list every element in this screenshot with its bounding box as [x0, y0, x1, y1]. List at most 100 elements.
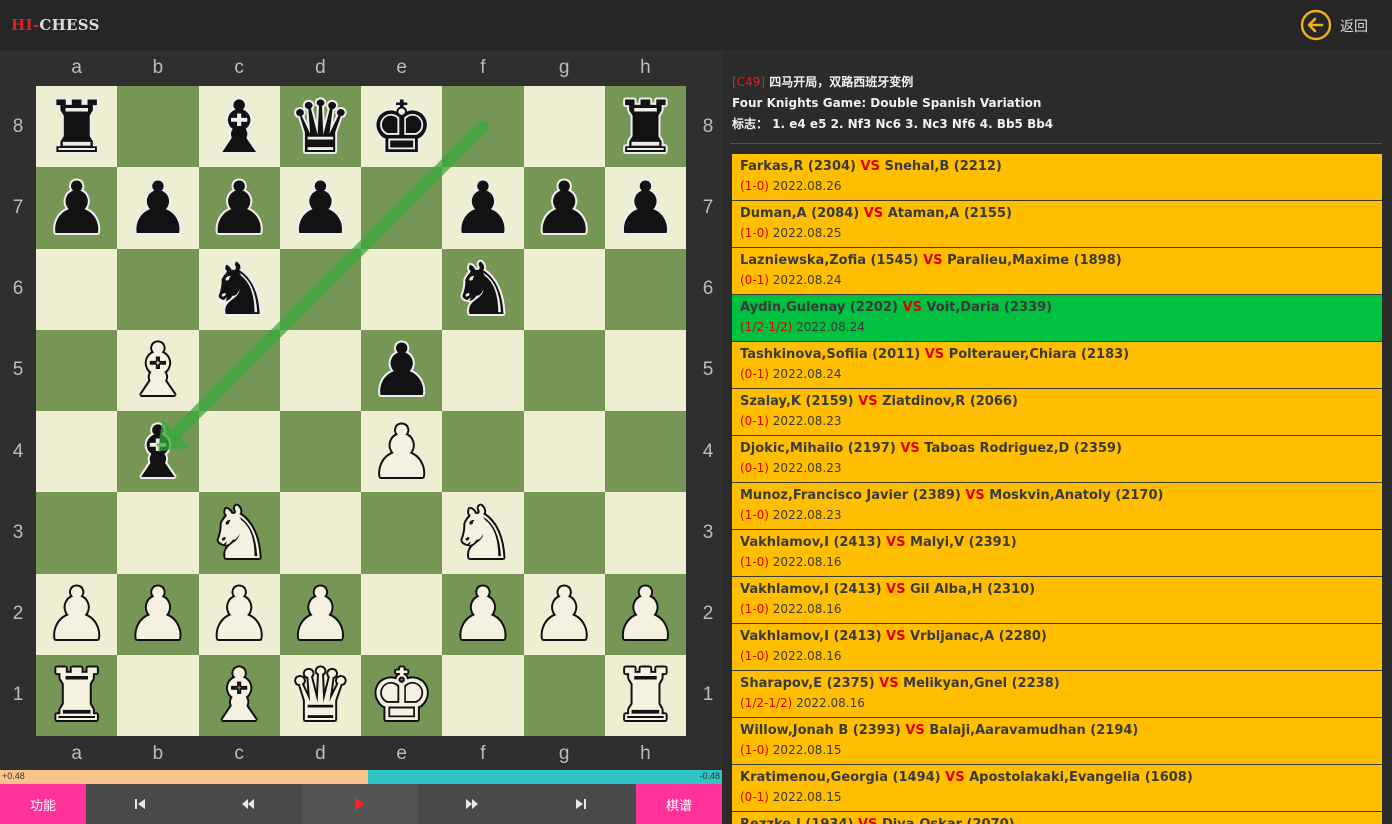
square-c5[interactable]	[198, 329, 280, 411]
game-row[interactable]: Willow,Jonah B (2393) VS Balaji,Aaravamu…	[732, 718, 1382, 765]
white-bishop-icon[interactable]: ♝	[199, 655, 280, 736]
square-d6[interactable]	[279, 248, 361, 330]
black-king-icon[interactable]: ♚	[361, 86, 442, 167]
white-pawn-icon[interactable]: ♟	[442, 574, 523, 655]
white-knight-icon[interactable]: ♞	[442, 492, 523, 573]
game-result: (0-1)	[740, 461, 769, 475]
black-pawn-icon[interactable]: ♟	[605, 167, 686, 248]
back-label: 返回	[1340, 19, 1368, 35]
game-row[interactable]: Djokic,Mihailo (2197) VS Taboas Rodrigue…	[732, 436, 1382, 483]
white-pawn-icon[interactable]: ♟	[199, 574, 280, 655]
square-a3[interactable]	[36, 492, 118, 574]
white-pawn-icon[interactable]: ♟	[117, 574, 198, 655]
vs-label: VS	[886, 535, 906, 550]
black-queen-icon[interactable]: ♛	[280, 86, 361, 167]
black-pawn-icon[interactable]: ♟	[361, 330, 442, 411]
black-pawn-icon[interactable]: ♟	[280, 167, 361, 248]
white-rook-icon[interactable]: ♜	[605, 655, 686, 736]
last-move-button[interactable]	[526, 784, 636, 824]
square-e6[interactable]	[361, 248, 443, 330]
square-e7[interactable]	[361, 167, 443, 249]
square-b8[interactable]	[117, 86, 199, 168]
white-pawn-icon[interactable]: ♟	[605, 574, 686, 655]
vs-label: VS	[886, 582, 906, 597]
white-bishop-icon[interactable]: ♝	[117, 330, 198, 411]
evaluation-white-fill	[0, 770, 369, 784]
game-row[interactable]: Vakhlamov,I (2413) VS Vrbljanac,A (2280)…	[732, 624, 1382, 671]
square-h6[interactable]	[604, 248, 686, 330]
game-row[interactable]: Kratimenou,Georgia (1494) VS Apostolakak…	[732, 765, 1382, 812]
square-g1[interactable]	[523, 654, 605, 736]
square-d5[interactable]	[279, 329, 361, 411]
notation-label: 棋谱	[665, 798, 692, 814]
white-pawn-icon[interactable]: ♟	[36, 574, 117, 655]
square-g6[interactable]	[523, 248, 605, 330]
first-move-button[interactable]	[86, 784, 194, 824]
white-pawn-icon[interactable]: ♟	[524, 574, 605, 655]
square-h4[interactable]	[604, 411, 686, 493]
square-a5[interactable]	[36, 329, 118, 411]
skip-forward-icon	[576, 799, 586, 809]
game-row[interactable]: Szalay,K (2159) VS Ziatdinov,R (2066) (0-…	[732, 389, 1382, 436]
back-button[interactable]: 返回	[1300, 9, 1392, 41]
square-b6[interactable]	[117, 248, 199, 330]
square-f8[interactable]	[442, 86, 524, 168]
square-h5[interactable]	[604, 329, 686, 411]
game-row[interactable]: Lazniewska,Zofia (1545) VS Paralieu,Maxi…	[732, 248, 1382, 295]
next-move-button[interactable]	[418, 784, 526, 824]
square-g5[interactable]	[523, 329, 605, 411]
white-pawn-icon[interactable]: ♟	[280, 574, 361, 655]
square-b3[interactable]	[117, 492, 199, 574]
white-knight-icon[interactable]: ♞	[199, 492, 280, 573]
square-h3[interactable]	[604, 492, 686, 574]
square-g4[interactable]	[523, 411, 605, 493]
black-pawn-icon[interactable]: ♟	[199, 167, 280, 248]
square-e2[interactable]	[361, 573, 443, 655]
app-logo[interactable]: HI-CHESS	[11, 16, 100, 34]
function-button[interactable]: 功能	[0, 784, 86, 824]
black-pawn-icon[interactable]: ♟	[117, 167, 198, 248]
square-a4[interactable]	[36, 411, 118, 493]
black-knight-icon[interactable]: ♞	[442, 249, 523, 330]
black-rook-icon[interactable]: ♜	[605, 86, 686, 167]
square-c4[interactable]	[198, 411, 280, 493]
white-king-icon[interactable]: ♚	[361, 655, 442, 736]
play-button[interactable]	[302, 784, 418, 824]
square-f5[interactable]	[442, 329, 524, 411]
square-f4[interactable]	[442, 411, 524, 493]
white-queen-icon[interactable]: ♛	[280, 655, 361, 736]
white-rook-icon[interactable]: ♜	[36, 655, 117, 736]
game-players: Farkas,R (2304) VS Snehal,B (2212)	[740, 158, 1382, 176]
rank-label-left: 3	[12, 521, 24, 543]
game-row[interactable]: Tashkinova,Sofiia (2011) VS Polterauer,C…	[732, 342, 1382, 389]
game-row[interactable]: Aydin,Gulenay (2202) VS Voit,Daria (2339…	[732, 295, 1382, 342]
black-rook-icon[interactable]: ♜	[36, 86, 117, 167]
game-date: 2022.08.16	[796, 696, 865, 710]
square-g8[interactable]	[523, 86, 605, 168]
square-d4[interactable]	[279, 411, 361, 493]
black-bishop-icon[interactable]: ♝	[199, 86, 280, 167]
game-row[interactable]: Duman,A (2084) VS Ataman,A (2155) (1-0) 2…	[732, 201, 1382, 248]
black-knight-icon[interactable]: ♞	[199, 249, 280, 330]
game-row[interactable]: Vakhlamov,I (2413) VS Gil Alba,H (2310)(…	[732, 577, 1382, 624]
square-d3[interactable]	[279, 492, 361, 574]
square-b1[interactable]	[117, 654, 199, 736]
game-row[interactable]: Munoz,Francisco Javier (2389) VS Moskvin…	[732, 483, 1382, 530]
file-label-top: c	[234, 57, 244, 78]
black-pawn-icon[interactable]: ♟	[524, 167, 605, 248]
black-pawn-icon[interactable]: ♟	[442, 167, 523, 248]
white-pawn-icon[interactable]: ♟	[361, 411, 442, 492]
game-row[interactable]: Sharapov,E (2375) VS Melikyan,Gnel (2238…	[732, 671, 1382, 718]
square-a6[interactable]	[36, 248, 118, 330]
square-e3[interactable]	[361, 492, 443, 574]
game-row[interactable]: Vakhlamov,I (2413) VS Malyi,V (2391) (1-0…	[732, 530, 1382, 577]
black-pawn-icon[interactable]: ♟	[36, 167, 117, 248]
game-row[interactable]: Farkas,R (2304) VS Snehal,B (2212) (1-0) …	[732, 154, 1382, 201]
square-f1[interactable]	[442, 654, 524, 736]
black-bishop-icon[interactable]: ♝	[117, 411, 198, 492]
square-g3[interactable]	[523, 492, 605, 574]
game-row[interactable]: Rezzke,J (1934) VS Diva,Oskar (2070)	[732, 812, 1382, 824]
previous-move-button[interactable]	[194, 784, 302, 824]
notation-button[interactable]: 棋谱	[636, 784, 722, 824]
chess-board[interactable]: ♜ ♝ ♛ ♚ ♜ ♟ ♟ ♟ ♟ ♟ ♟ ♟ ♞ ♞ ♝ ♟ ♝ ♟ ♞ ♞ ♟ ♟ ♟ ♟ ♟ ♟ ♟ ♜ ♝ ♛ ♚ ♜	[36, 86, 686, 736]
